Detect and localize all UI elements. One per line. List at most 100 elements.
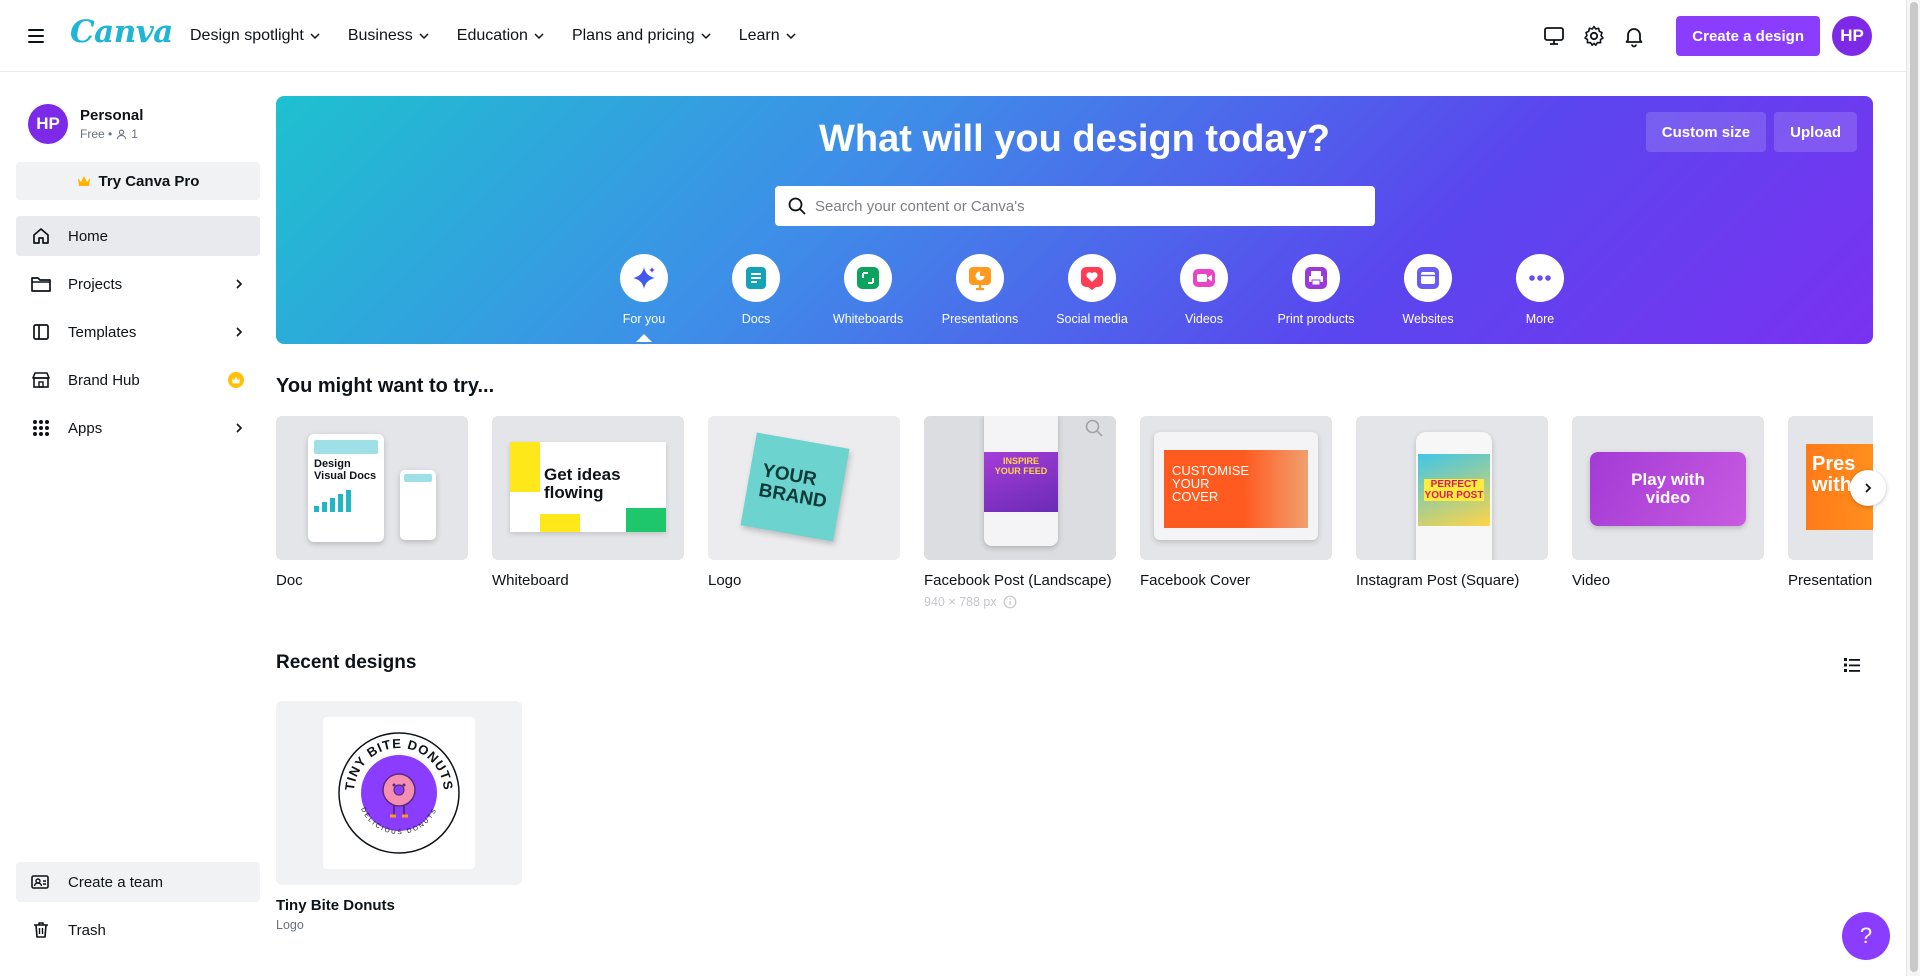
instagram-post-thumbnail: PERFECT YOUR POST (1356, 416, 1548, 560)
recent-design-thumbnail: TINY BITE DONUTS DELICIOUS DONUTS (276, 701, 522, 885)
tile-instagram-post-square[interactable]: PERFECT YOUR POST Instagram Post (Square… (1356, 416, 1548, 589)
tile-label: Doc (276, 572, 303, 589)
chevron-down-icon (786, 33, 796, 40)
chevron-down-icon (701, 33, 711, 40)
hamburger-menu-icon[interactable] (24, 24, 48, 48)
hero-banner: What will you design today? Custom size … (276, 96, 1873, 344)
tile-doc[interactable]: Design Visual Docs Doc (276, 416, 468, 589)
nav-plans-and-pricing[interactable]: Plans and pricing (558, 16, 725, 56)
main-nav: Design spotlight Business Education Plan… (176, 0, 810, 72)
settings-gear-icon[interactable] (1580, 22, 1608, 50)
top-right-actions: Create a design HP (1540, 16, 1872, 56)
folder-icon (30, 273, 52, 295)
chevron-right-icon (1865, 483, 1872, 493)
crown-icon (77, 176, 90, 186)
tile-facebook-post-landscape[interactable]: INSPIRE YOUR FEED Facebook Post (Landsca… (924, 416, 1116, 609)
brand-hub-icon (30, 369, 52, 391)
category-websites[interactable]: Websites (1372, 254, 1484, 326)
help-button[interactable]: ? (1842, 912, 1890, 960)
nav-business[interactable]: Business (334, 16, 443, 56)
nav-learn[interactable]: Learn (725, 16, 810, 56)
custom-size-button[interactable]: Custom size (1645, 112, 1767, 152)
recent-design-title: Tiny Bite Donuts (276, 897, 395, 914)
carousel-next-button[interactable] (1850, 470, 1886, 506)
sidebar-item-create-team[interactable]: Create a team (16, 862, 260, 902)
desktop-app-icon[interactable] (1540, 22, 1568, 50)
category-whiteboards[interactable]: Whiteboards (812, 254, 924, 326)
tile-dimensions: 940 × 788 px (924, 595, 1116, 609)
search-icon (788, 197, 806, 215)
suggestions-title: You might want to try... (276, 375, 495, 397)
category-videos[interactable]: Videos (1148, 254, 1260, 326)
category-presentations[interactable]: Presentations (924, 254, 1036, 326)
facebook-cover-thumbnail: CUSTOMISE YOUR COVER (1140, 416, 1332, 560)
scrollbar-thumb[interactable] (1910, 2, 1918, 972)
tile-label: Presentation (1788, 572, 1873, 589)
design-categories: For you Docs Whiteboards Presentations S… (588, 254, 1596, 342)
sidebar-item-apps[interactable]: Apps (16, 408, 260, 448)
category-for-you[interactable]: For you (588, 254, 700, 342)
upload-button[interactable]: Upload (1774, 112, 1857, 152)
chevron-down-icon (419, 33, 429, 40)
facebook-post-thumbnail: INSPIRE YOUR FEED (924, 416, 1116, 560)
search-input[interactable] (815, 197, 1355, 215)
mini-bar-graphic (314, 490, 378, 512)
category-print-products[interactable]: Print products (1260, 254, 1372, 326)
whiteboard-icon (857, 267, 879, 289)
nav-design-spotlight[interactable]: Design spotlight (176, 16, 334, 56)
top-navigation-bar: Canva Design spotlight Business Educatio… (0, 0, 1906, 72)
chevron-down-icon (310, 33, 320, 40)
tile-label: Whiteboard (492, 572, 569, 589)
doc-thumbnail: Design Visual Docs (276, 416, 468, 560)
team-icon (30, 871, 52, 893)
sparkle-icon (633, 267, 655, 289)
sidebar: HP Personal Free • 1 Try Canva Pro Home … (0, 72, 276, 976)
recent-design-type: Logo (276, 918, 304, 932)
crown-badge-icon (228, 372, 244, 388)
member-count: 1 (131, 127, 138, 141)
presentation-icon (969, 267, 991, 291)
notifications-bell-icon[interactable] (1620, 22, 1648, 50)
hero-actions: Custom size Upload (1645, 112, 1857, 152)
logo-thumbnail: YOUR BRAND (708, 416, 900, 560)
tile-facebook-cover[interactable]: CUSTOMISE YOUR COVER Facebook Cover (1140, 416, 1332, 589)
search-bar[interactable] (775, 186, 1375, 226)
category-more[interactable]: More (1484, 254, 1596, 326)
tile-label: Facebook Post (Landscape) (924, 572, 1112, 589)
tile-label: Facebook Cover (1140, 572, 1251, 589)
info-icon[interactable] (1003, 595, 1017, 609)
tile-video[interactable]: Play with video Video (1572, 416, 1764, 589)
category-social-media[interactable]: Social media (1036, 254, 1148, 326)
sidebar-item-home[interactable]: Home (16, 216, 260, 256)
category-docs[interactable]: Docs (700, 254, 812, 326)
tile-whiteboard[interactable]: Get ideas flowing Whiteboard (492, 416, 684, 589)
profile-switcher[interactable]: HP Personal Free • 1 (28, 104, 143, 144)
create-a-design-button[interactable]: Create a design (1676, 16, 1820, 56)
sidebar-item-brand-hub[interactable]: Brand Hub (16, 360, 260, 400)
try-canva-pro-button[interactable]: Try Canva Pro (16, 162, 260, 200)
account-avatar[interactable]: HP (1832, 16, 1872, 56)
suggestion-tiles: Design Visual Docs Doc Get ideas flowing… (276, 416, 1873, 616)
list-view-icon[interactable] (1842, 655, 1862, 675)
tile-label: Instagram Post (Square) (1356, 572, 1520, 589)
sidebar-item-templates[interactable]: Templates (16, 312, 260, 352)
more-dots-icon (1529, 275, 1551, 281)
sidebar-item-projects[interactable]: Projects (16, 264, 260, 304)
video-thumbnail: Play with video (1572, 416, 1764, 560)
whiteboard-thumbnail: Get ideas flowing (492, 416, 684, 560)
sidebar-item-trash[interactable]: Trash (16, 910, 260, 950)
canva-logo[interactable]: Canva (70, 14, 173, 50)
website-icon (1417, 267, 1439, 289)
page-scrollbar[interactable] (1906, 0, 1920, 976)
recent-design-card[interactable]: TINY BITE DONUTS DELICIOUS DONUTS Tiny B… (276, 701, 522, 932)
donut-logo-graphic: TINY BITE DONUTS DELICIOUS DONUTS (338, 732, 460, 854)
person-icon (117, 129, 127, 139)
profile-plan: Free • 1 (80, 127, 138, 141)
home-icon (30, 225, 52, 247)
tile-logo[interactable]: YOUR BRAND Logo (708, 416, 900, 589)
tile-label: Video (1572, 572, 1611, 589)
nav-education[interactable]: Education (443, 16, 558, 56)
chevron-down-icon (534, 33, 544, 40)
tile-label: Logo (708, 572, 742, 589)
sidebar-menu: Home Projects Templates Brand Hub Apps (16, 216, 260, 456)
